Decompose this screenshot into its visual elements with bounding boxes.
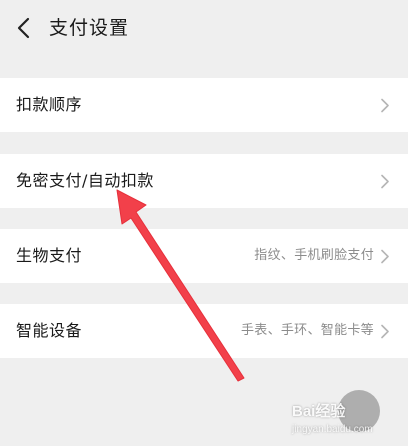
menu-item-smart-devices[interactable]: 智能设备 手表、手环、智能卡等: [0, 304, 408, 358]
menu-item-biometric-payment[interactable]: 生物支付 指纹、手机刷脸支付: [0, 229, 408, 283]
page-title: 支付设置: [49, 17, 130, 39]
menu-item-detail: 指纹、手机刷脸支付: [254, 248, 374, 263]
menu-item-detail: 手表、手环、智能卡等: [240, 323, 374, 338]
top-navigation-bar: 支付设置: [0, 0, 408, 58]
chevron-left-icon: [17, 17, 30, 39]
menu-item-label: 生物支付: [16, 246, 83, 265]
menu-item-password-free-payment[interactable]: 免密支付/自动扣款: [0, 154, 408, 208]
menu-item-label: 免密支付/自动扣款: [16, 171, 154, 190]
menu-item-deduction-order[interactable]: 扣款顺序: [0, 78, 408, 132]
watermark-url: jingyan.baidu.com: [292, 424, 373, 435]
chevron-right-icon: [381, 249, 389, 264]
menu-item-label: 智能设备: [16, 321, 83, 340]
chevron-right-icon: [381, 324, 389, 339]
chevron-right-icon: [381, 98, 389, 113]
red-annotation-arrow: [116, 189, 245, 382]
baidu-jingyan-watermark: Bai经验 jingyan.baidu.com: [292, 390, 404, 442]
chevron-right-icon: [381, 174, 389, 189]
back-button[interactable]: [8, 11, 42, 45]
menu-item-label: 扣款顺序: [16, 95, 83, 114]
watermark-logo-text: Bai经验: [292, 403, 346, 420]
